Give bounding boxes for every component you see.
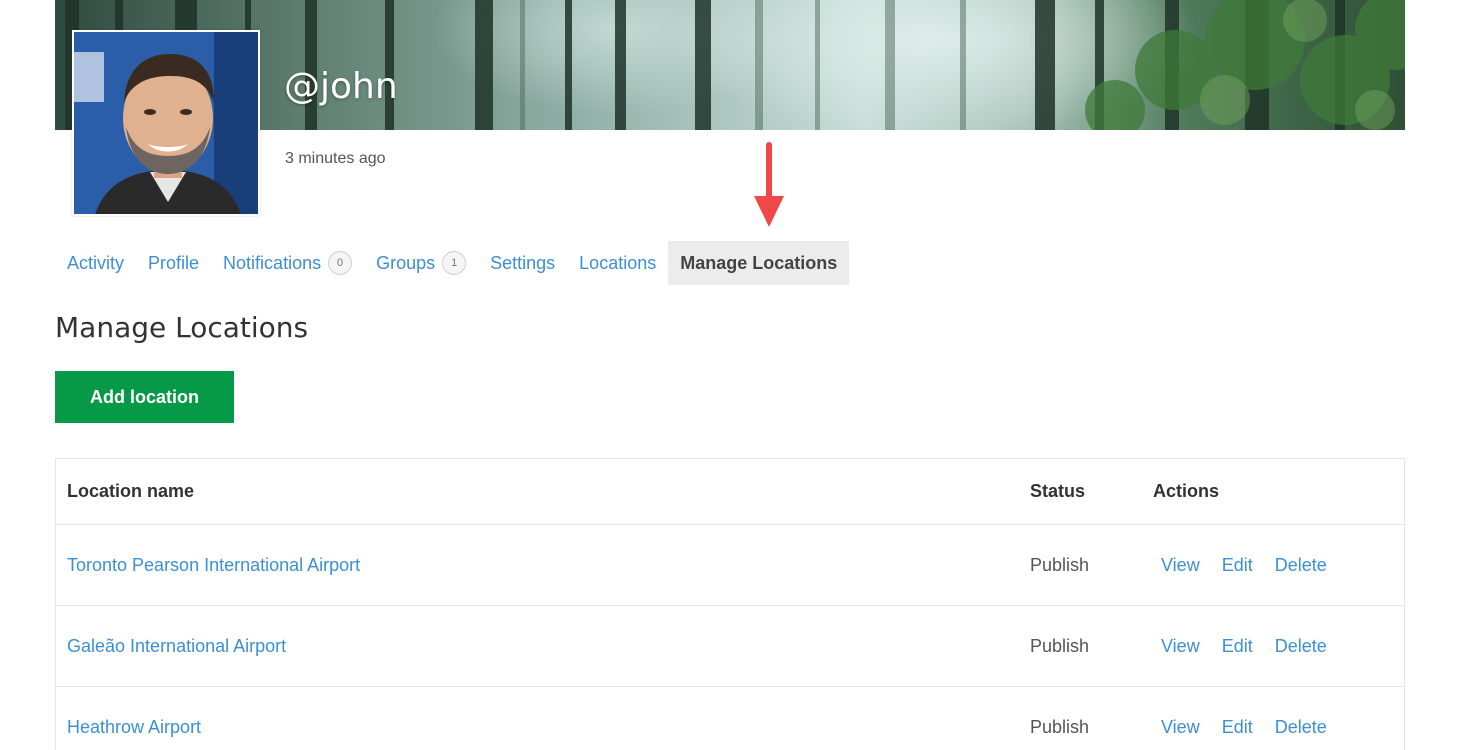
delete-location-link[interactable]: Delete (1275, 636, 1327, 657)
location-status: Publish (1030, 554, 1090, 575)
location-name-link[interactable]: Toronto Pearson International Airport (67, 555, 360, 576)
view-location-link[interactable]: View (1161, 555, 1200, 576)
nav-item-groups[interactable]: Groups 1 (364, 241, 478, 285)
column-header-actions: Actions (1153, 481, 1220, 501)
nav-item-label: Notifications (223, 252, 322, 273)
nav-item-label: Profile (148, 252, 200, 273)
location-name-link[interactable]: Galeão International Airport (67, 636, 286, 657)
nav-item-locations[interactable]: Locations (567, 241, 668, 285)
profile-username: @john (284, 66, 398, 107)
delete-location-link[interactable]: Delete (1275, 717, 1327, 738)
annotation-arrow-icon (754, 142, 784, 227)
nav-item-label: Activity (67, 252, 125, 273)
nav-item-label: Settings (490, 252, 556, 273)
table-row: Heathrow Airport Publish View Edit Delet… (56, 687, 1404, 750)
nav-item-label: Locations (579, 252, 657, 273)
last-active-time: 3 minutes ago (285, 150, 386, 167)
column-header-location-name: Location name (67, 481, 195, 501)
table-row: Toronto Pearson International Airport Pu… (56, 525, 1404, 606)
locations-table: Location name Status Actions Toronto Pea… (55, 458, 1405, 750)
nav-item-manage-locations[interactable]: Manage Locations (668, 241, 850, 285)
profile-nav: Activity Profile Notifications 0 Groups … (55, 241, 850, 285)
nav-item-notifications[interactable]: Notifications 0 (211, 241, 364, 285)
nav-item-settings[interactable]: Settings (478, 241, 567, 285)
notifications-count-badge: 0 (328, 251, 353, 275)
edit-location-link[interactable]: Edit (1222, 636, 1253, 657)
location-status: Publish (1030, 716, 1090, 737)
groups-count-badge: 1 (442, 251, 467, 275)
view-location-link[interactable]: View (1161, 717, 1200, 738)
delete-location-link[interactable]: Delete (1275, 555, 1327, 576)
view-location-link[interactable]: View (1161, 636, 1200, 657)
nav-item-profile[interactable]: Profile (136, 241, 211, 285)
column-header-status: Status (1030, 481, 1086, 501)
table-header-row: Location name Status Actions (56, 459, 1404, 525)
page-title: Manage Locations (55, 311, 309, 344)
avatar-portrait (74, 32, 258, 214)
add-location-button[interactable]: Add location (55, 371, 234, 423)
nav-item-label: Manage Locations (680, 252, 838, 273)
nav-item-activity[interactable]: Activity (55, 241, 136, 285)
profile-avatar[interactable] (72, 30, 260, 216)
nav-item-label: Groups (376, 252, 436, 273)
location-name-link[interactable]: Heathrow Airport (67, 717, 201, 738)
table-row: Galeão International Airport Publish Vie… (56, 606, 1404, 687)
location-status: Publish (1030, 635, 1090, 656)
edit-location-link[interactable]: Edit (1222, 717, 1253, 738)
edit-location-link[interactable]: Edit (1222, 555, 1253, 576)
